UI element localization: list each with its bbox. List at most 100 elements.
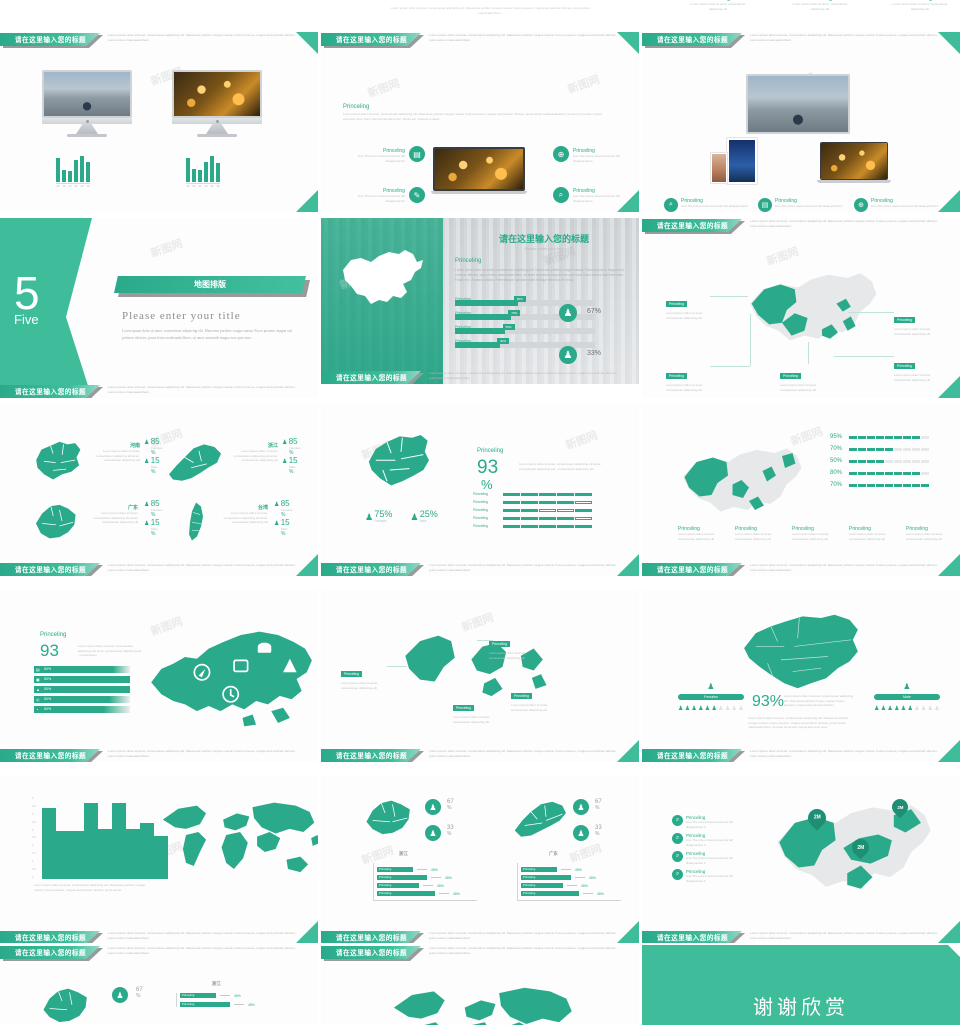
bar-value: 50% <box>44 667 52 672</box>
slide-gender-93[interactable]: ♟ Females ♟ ♟ ♟ ♟ ♟ ♟ ♟ ♟ ♟ ♟ ♟ Male ♟ ♟ ♟ ♟ ♟ ♟ ♟ ♟ ♟ ♟ 9… <box>642 590 960 762</box>
document-icon[interactable]: ▤ <box>758 198 772 212</box>
bar-value: 45% <box>581 883 588 888</box>
search-icon[interactable]: ⌕ <box>672 851 683 862</box>
list-item[interactable]: ⌕ Princeling love The prince loves knees… <box>672 851 738 865</box>
list-item[interactable]: ⌕ Princeling love The prince loves knees… <box>672 869 738 883</box>
henan-map[interactable] <box>24 434 90 486</box>
legend-item[interactable]: Princeling Lorem ipsum dolor sit amet, c… <box>792 526 840 541</box>
province-block[interactable] <box>182 496 212 553</box>
callout-title: Princeling <box>341 671 362 677</box>
globe-icon[interactable]: ⊕ <box>553 146 569 162</box>
laptop-right-base <box>817 180 891 183</box>
slide-map-pins[interactable]: 新图网 2M 2M 2M ⌕ Princeling love The princ… <box>642 775 960 943</box>
search-icon[interactable]: ⌕ <box>672 815 683 826</box>
legend-item[interactable]: Princeling Lorem ipsum dolor sit amet, c… <box>678 526 726 541</box>
callout[interactable]: Princeling Lorem ipsum dolor sit amet, c… <box>894 354 940 382</box>
china-map-regions[interactable] <box>734 260 894 360</box>
callout[interactable]: Princeling Lorem ipsum dolor sit amet, c… <box>780 364 824 392</box>
male-icon: ♟ <box>410 512 419 522</box>
document-icon[interactable]: ▤ <box>409 146 425 162</box>
zhejiang-map[interactable] <box>36 981 98 1025</box>
ribbon-bar: 请在这里输入您的标题 <box>0 931 100 943</box>
search-icon[interactable]: ⌕ <box>553 187 569 203</box>
slide-zhejiang-bottom[interactable]: 请在这里输入您的标题 Lorem ipsum dolor sit amet, c… <box>0 945 318 1025</box>
feature-item[interactable]: ⌕ Princeling love The prince loves knees… <box>664 198 750 212</box>
guangdong-map[interactable] <box>507 793 575 843</box>
list-item[interactable]: ⌕ Princeling love The prince loves knees… <box>672 833 738 847</box>
province-block[interactable] <box>24 434 90 491</box>
globe-icon[interactable]: ⊕ <box>854 198 868 212</box>
feature-item[interactable]: Princeling love The prince loves knees,b… <box>573 188 633 203</box>
bar-row: Princeling 55% <box>455 324 595 334</box>
section-heading: Princeling <box>40 632 67 638</box>
province-block[interactable] <box>26 496 88 551</box>
feature-item[interactable]: Princeling love The prince loves knees,b… <box>573 148 633 163</box>
dashed-row: 70% <box>830 446 954 452</box>
dash-track <box>849 435 929 439</box>
slide-world-map-bottom[interactable]: 请在这里输入您的标题 Lorem ipsum dolor sit amet, c… <box>321 945 639 1025</box>
map-pin[interactable]: 2M <box>804 805 830 831</box>
map-pin[interactable]: 2M <box>888 795 912 819</box>
search-icon[interactable]: ⌕ <box>672 833 683 844</box>
slide-thank-you[interactable]: 谢谢欣赏 <box>642 945 960 1025</box>
eurasia-map[interactable] <box>136 604 318 754</box>
china-map-regions[interactable] <box>668 438 818 528</box>
slide-section-divider[interactable]: 5 Five 新图网 地图排版 Please enter your title … <box>0 218 318 398</box>
laptop-screen <box>433 147 525 191</box>
slide-regions-dashed[interactable]: 新图网 95% 70% 50% 80% 70% Princeling Lorem… <box>642 404 960 576</box>
ribbon-subtitle: Lorem ipsum dolor sit amet, consectetuer… <box>750 33 938 42</box>
slide-china-callouts[interactable]: 请在这里输入您的标题 Lorem ipsum dolor sit amet, c… <box>642 218 960 398</box>
callout[interactable]: Princeling Lorem ipsum dolor sit amet, c… <box>666 292 710 320</box>
big-number: 93 <box>40 641 59 660</box>
province-text: Lorem ipsum dolor sit amet, consectetuer… <box>95 449 140 462</box>
legend-item[interactable]: Princeling Lorem ipsum dolor sit amet, c… <box>849 526 897 541</box>
feature-item[interactable]: Princeling love The prince loves knees,b… <box>345 188 405 203</box>
zhejiang-map[interactable] <box>359 793 421 843</box>
callout[interactable]: Princeling Lorem ipsum dolor sit amet, c… <box>511 684 559 712</box>
legend-item[interactable]: Princeling Lorem ipsum dolor sit amet, c… <box>906 526 954 541</box>
slide-devices-showcase[interactable]: 请在这里输入您的标题 Lorem ipsum dolor sit amet, c… <box>642 32 960 212</box>
henan-map-large[interactable] <box>359 428 443 498</box>
callout[interactable]: Princeling Lorem ipsum dolor sit amet, c… <box>341 662 389 690</box>
pencil-icon[interactable]: ✎ <box>409 187 425 203</box>
slide-eurasia-icons[interactable]: 新图网 Princeling 93 Lorem ipsum dolor sit … <box>0 590 318 762</box>
callout[interactable]: Princeling Lorem ipsum dolor sit amet, c… <box>666 364 710 392</box>
taiwan-map[interactable] <box>182 496 212 548</box>
map-pin[interactable]: 2M <box>848 835 873 860</box>
guangdong-map[interactable] <box>26 496 88 546</box>
province-block[interactable] <box>162 434 228 491</box>
bar-group: Princeling 45% Princeling 45% <box>176 993 284 1007</box>
histogram[interactable]: 5 4.5 4 3.5 3 2.5 2 1.5 1 0.5 0 <box>32 797 168 879</box>
search-icon[interactable]: ⌕ <box>672 869 683 880</box>
person-icon: ♟ <box>282 440 288 446</box>
slide-two-province-compare[interactable]: 新图网 新图网 ♟ 67 % ♟ 33 % 浙江 Princeling 45% … <box>321 775 639 943</box>
callout[interactable]: Princeling Lorem ipsum dolor sit amet, c… <box>453 696 501 724</box>
ribbon-subtitle: Lorem ipsum dolor sit amet, consectetuer… <box>429 946 617 955</box>
slide-china-callout-pair[interactable]: 新图网 Princeling Lorem ipsum dolor sit ame… <box>321 590 639 762</box>
slide-four-provinces[interactable]: 新图网 河南 Lorem ipsum dolor sit amet, conse… <box>0 404 318 576</box>
legend-item[interactable]: Princeling Lorem ipsum dolor sit amet, c… <box>735 526 783 541</box>
callout[interactable]: Princeling Lorem ipsum dolor sit amet, c… <box>894 308 940 336</box>
feature-item[interactable]: ▤ Princeling love The prince loves knees… <box>758 198 844 212</box>
connector <box>431 876 441 879</box>
slide-china-city-stats[interactable]: 新图网 新图网 请在这里输入您的标题 Please enter your tit… <box>321 218 639 384</box>
segment-track <box>503 508 592 512</box>
feature-item[interactable]: ⊕ Princeling love The prince loves knees… <box>854 198 940 212</box>
bar-chart-left-labels: 34 14 12 43 26 19 <box>56 185 90 188</box>
list-text: love The prince loves knees,but felt dis… <box>686 820 733 829</box>
slide-histogram-world[interactable]: 新图网 5 4.5 4 3.5 3 2.5 2 1.5 1 0.5 0 Lore… <box>0 775 318 943</box>
world-map[interactable] <box>152 791 318 893</box>
list-item[interactable]: ⌕ Princeling love The prince loves knees… <box>672 815 738 829</box>
slide-laptop-features[interactable]: 请在这里输入您的标题 Lorem ipsum dolor sit amet, c… <box>321 32 639 212</box>
slide-dual-imac-bars[interactable]: 请在这里输入您的标题 Lorem ipsum dolor sit amet, c… <box>0 32 318 212</box>
stat-value: 15 <box>280 518 290 527</box>
imac-chin-right <box>172 118 262 124</box>
world-map[interactable] <box>381 975 581 1025</box>
slide-henan-93[interactable]: 新图网 新图网 ♟ 75% Females ♟ 25% Male Princel… <box>321 404 639 576</box>
ribbon-bar: 请在这里输入您的标题 <box>0 563 100 576</box>
zhejiang-map[interactable] <box>162 434 228 486</box>
callout[interactable]: Princeling Lorem ipsum dolor sit amet, c… <box>489 632 537 660</box>
feature-item[interactable]: Princeling love The prince loves knees,b… <box>345 148 405 163</box>
search-icon[interactable]: ⌕ <box>664 198 678 212</box>
china-map-solid[interactable] <box>734 608 868 700</box>
